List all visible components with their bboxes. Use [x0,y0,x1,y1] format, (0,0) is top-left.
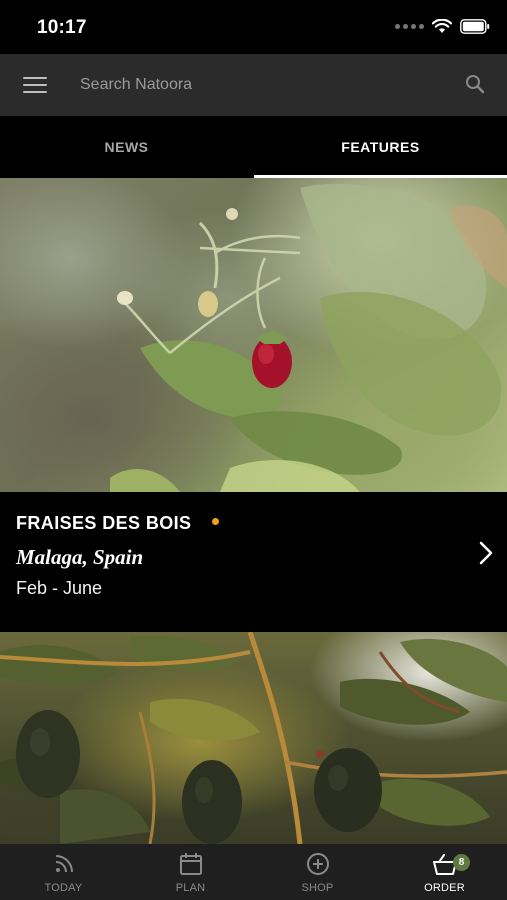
chevron-right-icon[interactable] [479,541,493,570]
nav-label-order: ORDER [424,882,465,894]
feature-image-strawberries[interactable] [0,178,507,492]
plus-circle-icon [306,852,330,881]
nav-item-plan[interactable]: PLAN [127,844,254,900]
tab-news[interactable]: NEWS [0,116,253,178]
search-input[interactable] [72,67,442,103]
feature-card[interactable]: FRAISES DES BOIS Malaga, Spain Feb - Jun… [0,492,507,632]
cellular-signal-icon [395,24,424,29]
wifi-icon [432,19,452,34]
status-bar: 10:17 [0,0,507,54]
nav-item-order[interactable]: 8 ORDER [381,844,507,900]
tab-bar: NEWS FEATURES [0,116,507,178]
in-season-dot-icon [212,518,219,525]
nav-item-today[interactable]: TODAY [0,844,127,900]
cart-count-badge: 8 [453,854,470,871]
signal-icon [52,852,76,881]
status-time: 10:17 [37,17,87,38]
search-icon[interactable] [465,74,485,99]
search-bar [0,54,507,116]
nav-label-plan: PLAN [175,882,206,894]
nav-item-shop[interactable]: SHOP [254,844,381,900]
feature-title: FRAISES DES BOIS [16,513,192,533]
feature-image-avocados[interactable] [0,632,507,844]
feature-season: Feb - June [16,578,103,598]
tab-features[interactable]: FEATURES [254,116,507,178]
feature-origin: Malaga, Spain [16,545,144,569]
battery-icon [460,19,490,34]
status-icons [395,19,490,34]
nav-label-shop: SHOP [301,882,334,894]
calendar-icon [179,852,203,881]
menu-icon[interactable] [23,75,47,95]
bottom-navigation: TODAY PLAN SHOP 8 ORDER [0,844,507,900]
nav-label-today: TODAY [44,882,83,894]
